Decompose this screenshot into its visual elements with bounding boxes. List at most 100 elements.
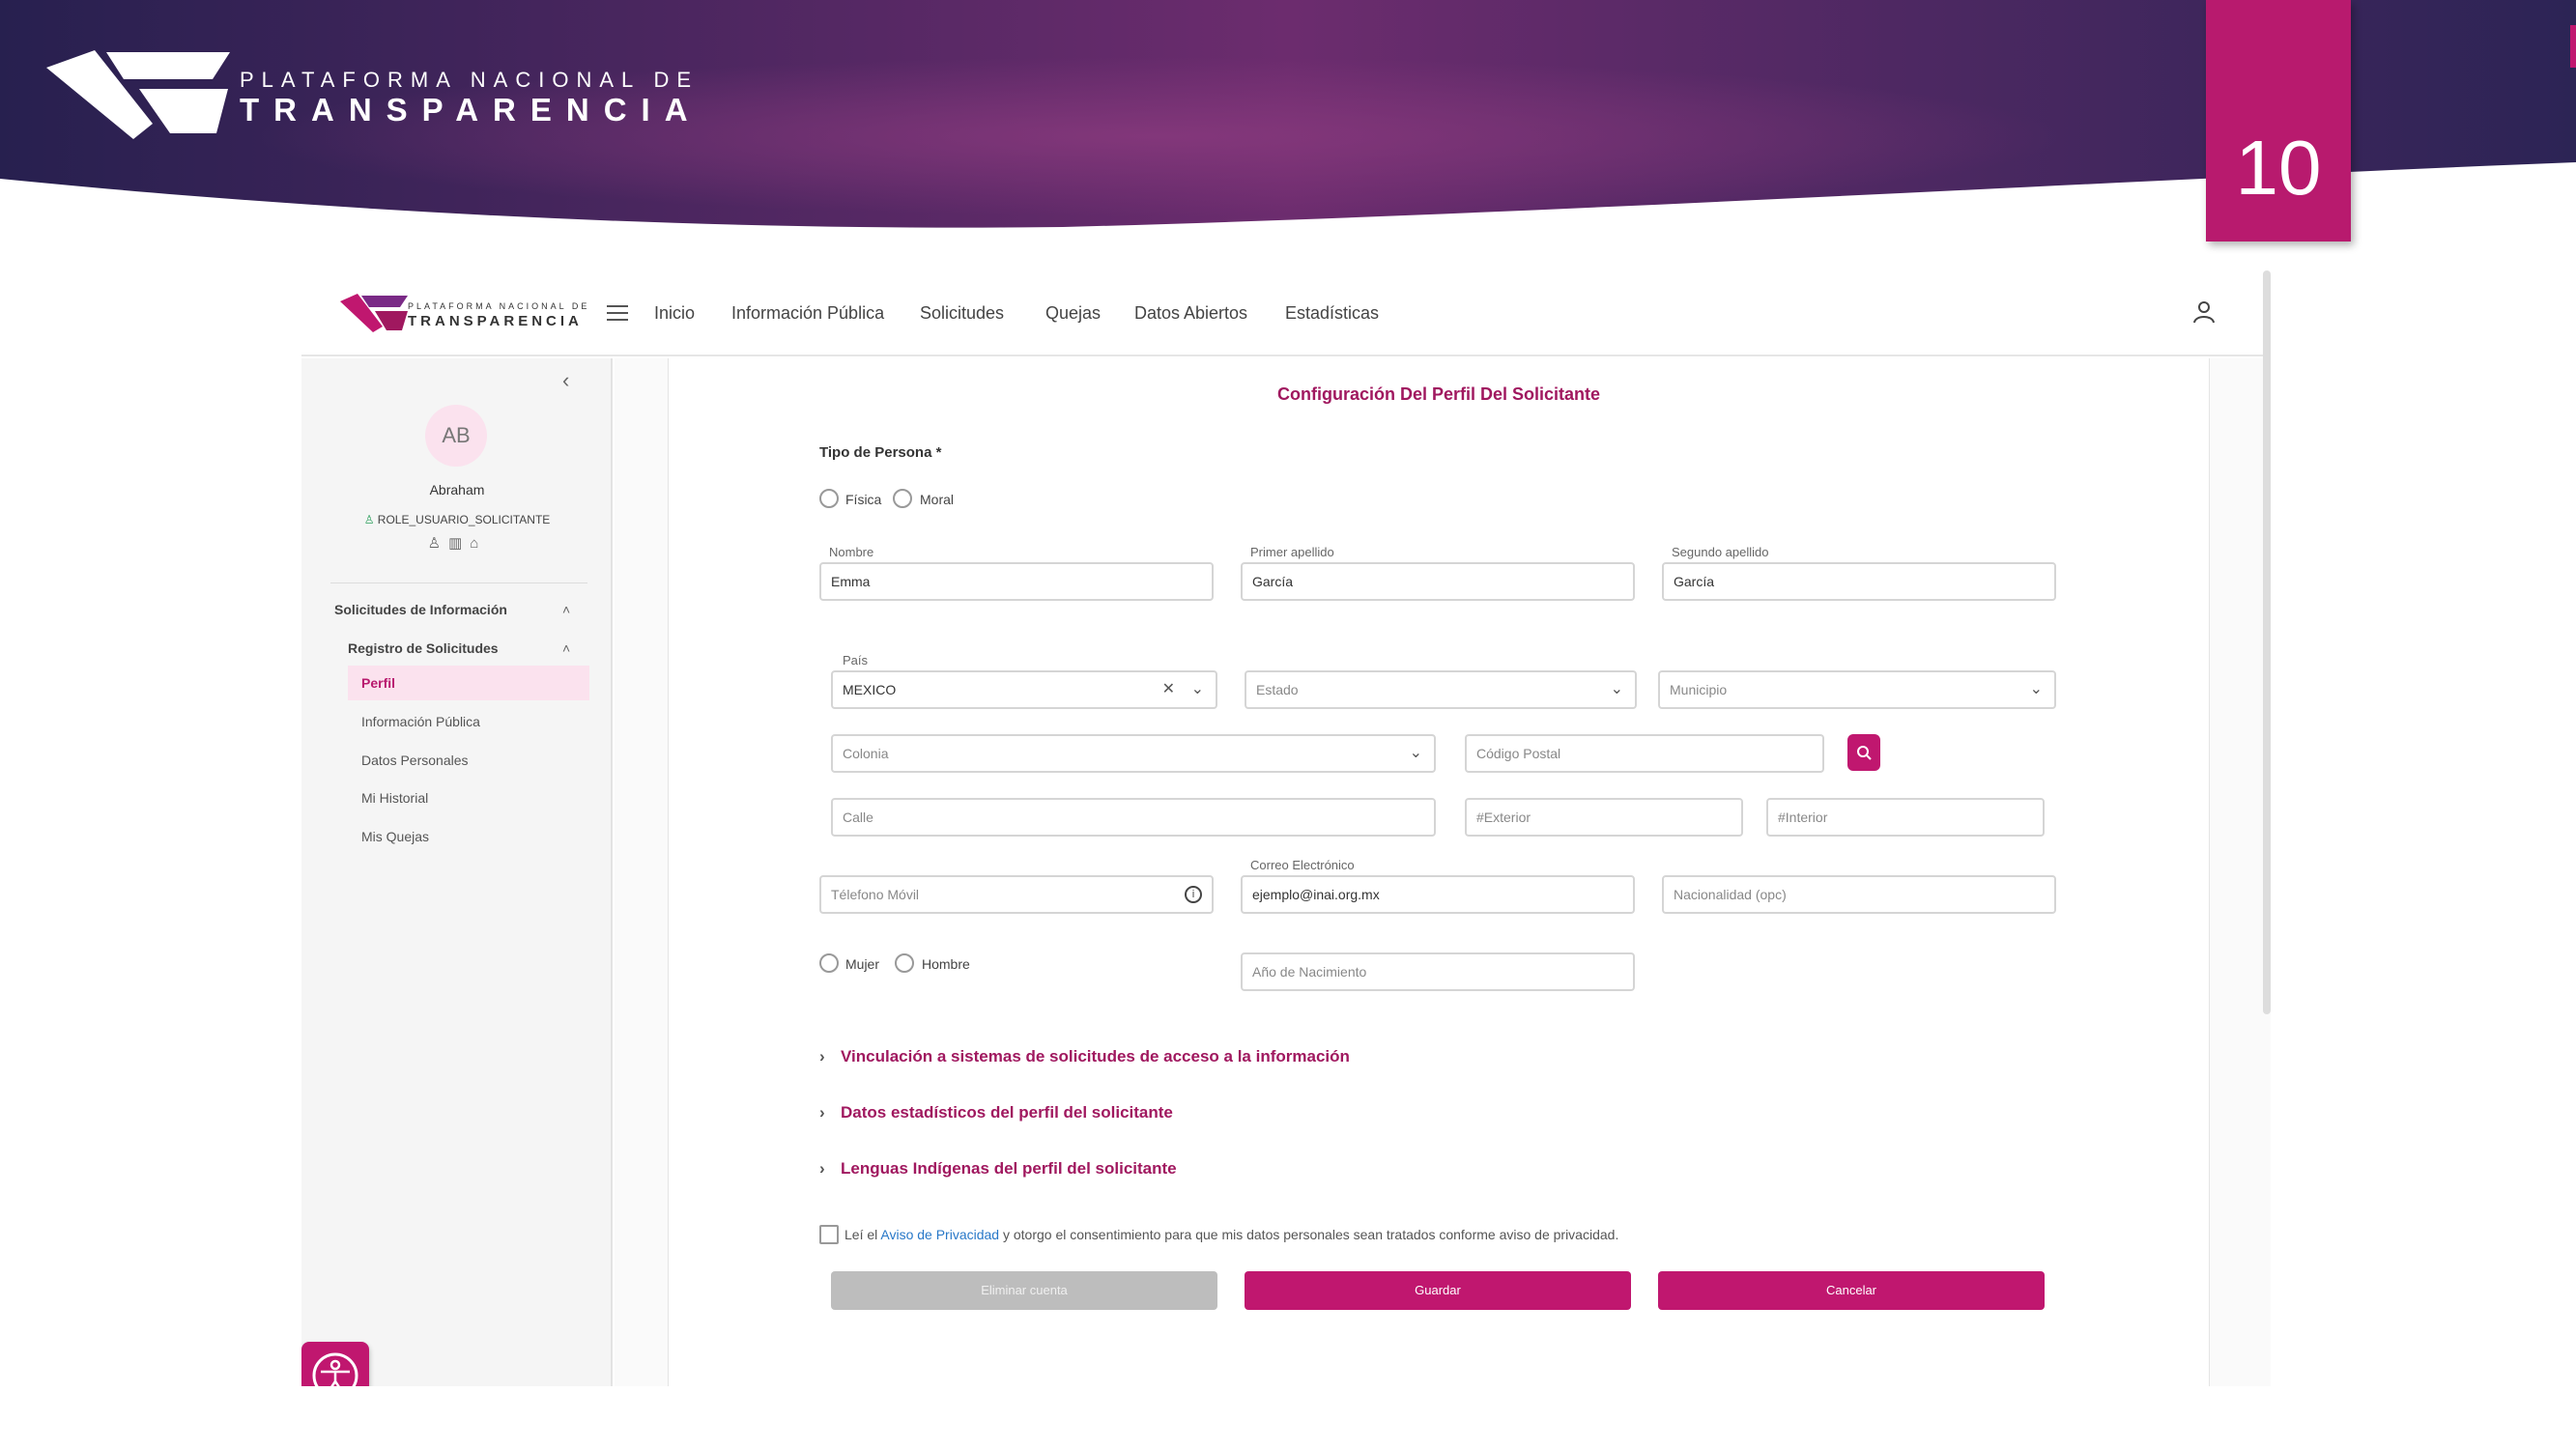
- radio-fisica-label: Física: [845, 492, 882, 507]
- colonia-select[interactable]: Colonia ⌄: [831, 734, 1436, 773]
- section-datos-estadisticos[interactable]: › Datos estadísticos del perfil del solic…: [819, 1103, 1173, 1122]
- calle-field[interactable]: Calle: [831, 798, 1436, 837]
- nacionalidad-field[interactable]: Nacionalidad (opc): [1662, 875, 2056, 914]
- sidebar-item-mis-quejas[interactable]: Mis Quejas: [348, 819, 589, 854]
- telefono-field[interactable]: Télefono Móvil i: [819, 875, 1214, 914]
- collapse-sidebar-icon[interactable]: ‹: [562, 368, 569, 393]
- menu-icon[interactable]: [607, 305, 628, 323]
- primer-apellido-label: Primer apellido: [1250, 545, 1334, 559]
- anio-nacimiento-field[interactable]: Año de Nacimiento: [1241, 952, 1635, 991]
- sidebar: ‹ AB Abraham ♙ ROLE_USUARIO_SOLICITANTE …: [301, 358, 613, 1386]
- presentation-slide: PLATAFORMA NACIONAL DE TRANSPARENCIA 10 …: [0, 0, 2576, 1449]
- logo-line2: TRANSPARENCIA: [408, 313, 583, 329]
- chevron-right-icon: ›: [819, 1159, 825, 1178]
- pnt-logo-icon[interactable]: [340, 294, 408, 332]
- privacy-consent-text: Leí el Aviso de Privacidad y otorgo el c…: [844, 1227, 1618, 1242]
- content-gutter-right: [2209, 358, 2271, 1386]
- nombre-field[interactable]: Emma: [819, 562, 1214, 601]
- info-icon[interactable]: i: [1185, 886, 1202, 903]
- save-button[interactable]: Guardar: [1245, 1271, 1631, 1310]
- interior-field[interactable]: #Interior: [1766, 798, 2045, 837]
- banner-subtitle: PLATAFORMA NACIONAL DE: [240, 68, 700, 92]
- section-datos-estadisticos-label: Datos estadísticos del perfil del solici…: [841, 1103, 1173, 1122]
- chevron-down-icon[interactable]: ⌄: [1191, 672, 1204, 707]
- section-vinculacion-label: Vinculación a sistemas de solicitudes de…: [841, 1047, 1350, 1065]
- pais-label: País: [843, 653, 869, 668]
- nav-informacion-publica[interactable]: Información Pública: [731, 303, 884, 324]
- role-user-icon: ♙: [363, 513, 375, 526]
- municipio-select[interactable]: Municipio ⌄: [1658, 670, 2056, 709]
- cancel-button[interactable]: Cancelar: [1658, 1271, 2045, 1310]
- lock-icon[interactable]: ⌂: [470, 535, 486, 552]
- privacy-notice-link[interactable]: Aviso de Privacidad: [880, 1227, 999, 1242]
- radio-hombre-label: Hombre: [922, 956, 970, 972]
- estado-placeholder: Estado: [1256, 682, 1299, 697]
- sidebar-item-datos-personales[interactable]: Datos Personales: [348, 743, 589, 778]
- sidebar-section-solicitudes[interactable]: Solicitudes de Información: [334, 602, 507, 617]
- radio-mujer[interactable]: [819, 953, 839, 973]
- page-title: Configuración Del Perfil Del Solicitante: [1276, 384, 1601, 404]
- section-lenguas-indigenas[interactable]: › Lenguas Indígenas del perfil del solici…: [819, 1159, 1177, 1179]
- slide-number: 10: [2235, 125, 2322, 211]
- chevron-up-icon[interactable]: ˄: [562, 640, 570, 656]
- consent-suffix: y otorgo el consentimiento para que mis …: [999, 1227, 1619, 1242]
- pais-select[interactable]: MEXICO ✕ ⌄: [831, 670, 1217, 709]
- codigo-postal-field[interactable]: Código Postal: [1465, 734, 1824, 773]
- chevron-right-icon: ›: [819, 1103, 825, 1122]
- nombre-label: Nombre: [829, 545, 874, 559]
- section-vinculacion[interactable]: › Vinculación a sistemas de solicitudes d…: [819, 1047, 1350, 1066]
- banner-title: TRANSPARENCIA: [240, 92, 702, 128]
- chevron-down-icon[interactable]: ⌄: [1410, 736, 1422, 771]
- correo-label: Correo Electrónico: [1250, 858, 1355, 872]
- consent-prefix: Leí el: [844, 1227, 881, 1242]
- nav-quejas[interactable]: Quejas: [1045, 303, 1101, 324]
- delete-account-button[interactable]: Eliminar cuenta: [831, 1271, 1217, 1310]
- radio-moral[interactable]: [893, 489, 912, 508]
- chevron-down-icon[interactable]: ⌄: [2030, 672, 2043, 707]
- nav-estadisticas[interactable]: Estadísticas: [1285, 303, 1379, 324]
- primer-apellido-field[interactable]: García: [1241, 562, 1635, 601]
- scrollbar[interactable]: [2263, 270, 2271, 1014]
- nav-solicitudes[interactable]: Solicitudes: [920, 303, 1004, 324]
- radio-hombre[interactable]: [895, 953, 914, 973]
- logo-line1: PLATAFORMA NACIONAL DE: [408, 301, 590, 311]
- content-gutter-left: [615, 358, 669, 1386]
- nav-inicio[interactable]: Inicio: [654, 303, 695, 324]
- app-screenshot: PLATAFORMA NACIONAL DE TRANSPARENCIA Ini…: [301, 270, 2271, 1386]
- clear-icon[interactable]: ✕: [1162, 672, 1175, 707]
- sidebar-item-informacion-publica[interactable]: Información Pública: [348, 704, 589, 739]
- chevron-right-icon: ›: [819, 1047, 825, 1065]
- privacy-consent-checkbox[interactable]: [819, 1225, 839, 1244]
- user-name: Abraham: [429, 482, 485, 497]
- exterior-field[interactable]: #Exterior: [1465, 798, 1743, 837]
- telefono-placeholder: Télefono Móvil: [831, 887, 920, 902]
- correo-field[interactable]: ejemplo@inai.org.mx: [1241, 875, 1635, 914]
- radio-fisica[interactable]: [819, 489, 839, 508]
- segundo-apellido-field[interactable]: García: [1662, 562, 2056, 601]
- nav-datos-abiertos[interactable]: Datos Abiertos: [1134, 303, 1247, 324]
- radio-mujer-label: Mujer: [845, 956, 880, 972]
- sidebar-subsection-registro[interactable]: Registro de Solicitudes: [348, 640, 499, 656]
- user-icon[interactable]: [2191, 299, 2217, 325]
- chevron-down-icon[interactable]: ⌄: [1611, 672, 1623, 707]
- accessibility-button[interactable]: [301, 1342, 369, 1386]
- chevron-up-icon[interactable]: ˄: [562, 602, 570, 617]
- municipio-placeholder: Municipio: [1670, 682, 1728, 697]
- search-postal-button[interactable]: [1847, 734, 1880, 771]
- decor-edge: [2570, 25, 2576, 68]
- pnt-logo-icon: [46, 50, 230, 139]
- avatar: AB: [425, 405, 487, 467]
- colonia-placeholder: Colonia: [843, 746, 889, 761]
- trash-icon[interactable]: ▥: [448, 535, 470, 552]
- radio-moral-label: Moral: [920, 492, 955, 507]
- sidebar-item-mi-historial[interactable]: Mi Historial: [348, 781, 589, 815]
- estado-select[interactable]: Estado ⌄: [1245, 670, 1637, 709]
- section-lenguas-indigenas-label: Lenguas Indígenas del perfil del solicit…: [841, 1159, 1177, 1178]
- user-role: ♙ ROLE_USUARIO_SOLICITANTE: [301, 513, 613, 526]
- sidebar-item-perfil[interactable]: Perfil: [348, 666, 589, 700]
- accessibility-icon: [312, 1352, 358, 1386]
- search-icon: [1857, 746, 1872, 760]
- segundo-apellido-label: Segundo apellido: [1672, 545, 1769, 559]
- divider: [330, 582, 587, 583]
- profile-icon[interactable]: ♙: [428, 535, 448, 552]
